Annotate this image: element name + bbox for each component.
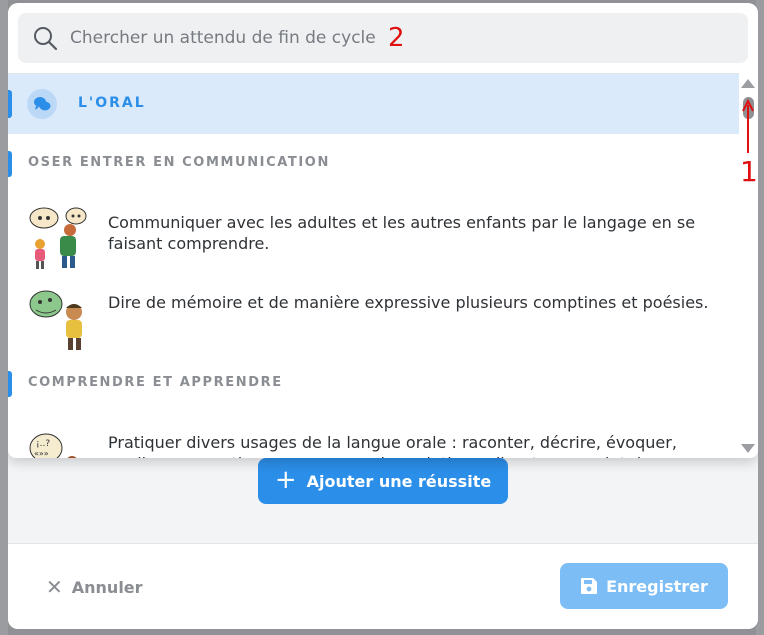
item-text: Communiquer avec les adultes et les autr… — [108, 213, 696, 253]
group-marker — [8, 90, 12, 118]
search-input[interactable] — [70, 21, 670, 55]
add-success-modal: + Ajouter une réussite ✕ Annuler Enregis… — [8, 3, 758, 629]
list-item[interactable]: ¡..? «»» Pratiquer divers usages de la l… — [8, 422, 739, 458]
section-marker — [8, 151, 12, 177]
speech-bubbles-icon — [27, 89, 57, 119]
close-icon: ✕ — [46, 575, 63, 599]
child-reciting-illustration — [29, 290, 82, 350]
save-button[interactable]: Enregistrer — [560, 563, 728, 609]
floppy-disk-icon — [581, 578, 598, 594]
cancel-button[interactable]: ✕ Annuler — [46, 572, 143, 602]
modal-footer: ✕ Annuler Enregistrer — [8, 543, 758, 629]
scroll-up-arrow-icon[interactable] — [741, 79, 755, 88]
annotation-arrow-icon — [742, 99, 754, 153]
svg-text:«»»: «»» — [34, 449, 49, 458]
plus-icon: + — [274, 464, 297, 495]
section-marker — [8, 371, 12, 397]
list-item[interactable]: Communiquer avec les adultes et les autr… — [8, 202, 739, 280]
children-talking-illustration — [29, 207, 87, 269]
child-speaking-illustration: ¡..? «»» — [29, 433, 77, 458]
section-label: COMPRENDRE ET APPRENDRE — [28, 375, 283, 390]
section-label: OSER ENTRER EN COMMUNICATION — [28, 155, 330, 170]
section-header: OSER ENTRER EN COMMUNICATION — [8, 147, 739, 181]
list-item[interactable]: Dire de mémoire et de manière expressive… — [8, 282, 739, 360]
section-header: COMPRENDRE ET APPRENDRE — [8, 367, 739, 401]
cancel-label: Annuler — [71, 577, 143, 597]
save-label: Enregistrer — [606, 576, 708, 596]
annotation-number-2: 2 — [388, 23, 405, 53]
scroll-down-arrow-icon[interactable] — [741, 444, 755, 453]
annotation-number-1: 1 — [740, 155, 758, 188]
item-text: Pratiquer divers usages de la langue ora… — [108, 433, 677, 458]
svg-text:¡..?: ¡..? — [36, 439, 50, 449]
outcome-list[interactable]: L'ORAL OSER ENTRER EN COMMUNICATION Comm… — [8, 73, 739, 458]
search-bar — [18, 13, 748, 63]
group-label: L'ORAL — [78, 95, 146, 111]
item-text: Dire de mémoire et de manière expressive… — [108, 293, 709, 312]
search-icon — [34, 27, 58, 51]
group-header-oral[interactable]: L'ORAL — [8, 74, 739, 134]
background-page-left — [0, 0, 8, 635]
add-success-label: Ajouter une réussite — [306, 471, 492, 491]
add-success-button[interactable]: + Ajouter une réussite — [258, 458, 508, 504]
outcome-dropdown: 2 L'ORAL OSER ENTRER EN COMMUNICATION — [8, 3, 758, 458]
